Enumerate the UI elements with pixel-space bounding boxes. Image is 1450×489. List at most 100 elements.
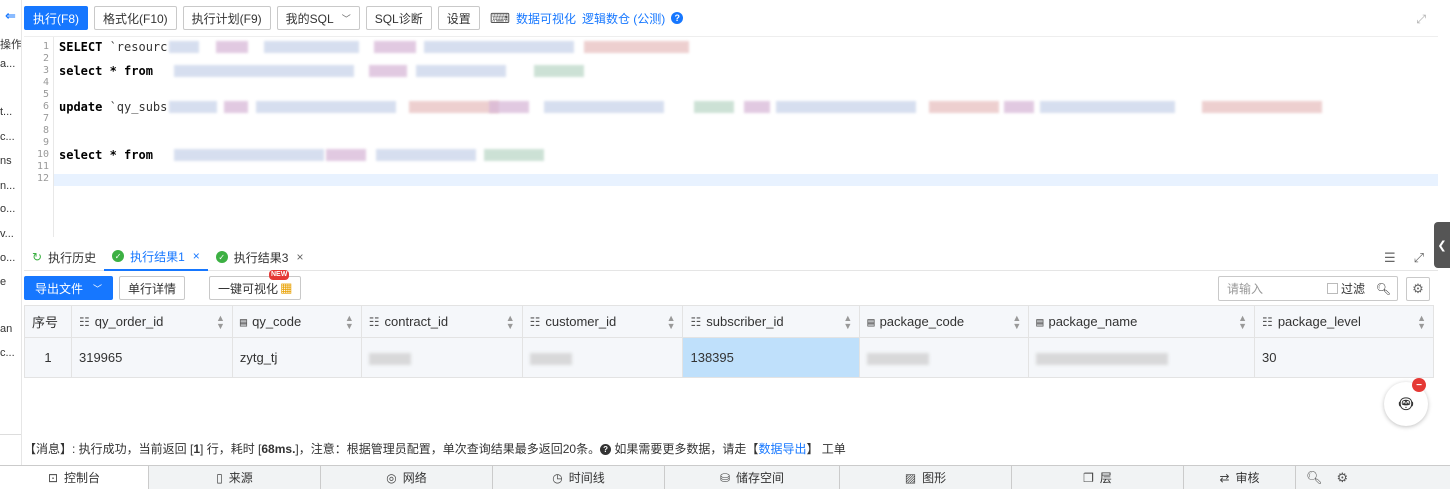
redacted-text <box>326 149 366 161</box>
expand-icon[interactable]: ⤢ <box>1414 250 1424 266</box>
devtools-tab-storage[interactable]: ⛁ 储存空间 <box>665 466 840 489</box>
execute-button[interactable]: 执行(F8) <box>24 6 88 30</box>
tab-result-1[interactable]: ✓ 执行结果1 × <box>104 244 208 271</box>
devtools-tab-console[interactable]: ⊡ 控制台 <box>0 466 149 489</box>
number-column-icon: ☷ <box>368 314 380 329</box>
my-sql-dropdown[interactable]: 我的SQL ﹀ <box>276 6 360 30</box>
devtools-tab-label: 储存空间 <box>736 471 785 485</box>
keyboard-icon[interactable]: ⌨ <box>490 10 510 27</box>
devtools-tab-sources[interactable]: ▯ 来源 <box>149 466 321 489</box>
column-header[interactable]: ▤ package_code ▲ ▼ <box>859 305 1030 338</box>
sidebar-fragment[interactable]: an <box>0 323 12 335</box>
table-cell-selected[interactable]: 138395 <box>682 337 861 378</box>
logic-warehouse-link[interactable]: 逻辑数仓 (公测) <box>582 10 665 27</box>
close-icon[interactable]: × <box>193 249 200 263</box>
menu-collapse-icon[interactable]: ⇐ <box>5 8 16 24</box>
tab-result-3[interactable]: ✓ 执行结果3 × <box>208 244 312 271</box>
column-header[interactable]: 序号 <box>24 305 72 338</box>
sidebar-fragment[interactable]: 操作. <box>0 36 21 52</box>
devtools-tab-label: 时间线 <box>568 471 605 485</box>
sort-icon[interactable]: ▲ ▼ <box>506 313 515 330</box>
status-prefix: 【消息】: 执行成功，当前返回 [ <box>24 442 194 456</box>
redacted-text <box>1202 101 1322 113</box>
my-sql-label: 我的SQL <box>285 11 334 26</box>
row-detail-button[interactable]: 单行详情 <box>119 276 186 300</box>
tab-history[interactable]: ↻ 执行历史 <box>24 244 104 271</box>
help-icon[interactable]: ? <box>671 12 684 24</box>
sort-icon[interactable]: ▲ ▼ <box>1238 313 1247 330</box>
table-cell-redacted[interactable] <box>1028 337 1256 378</box>
visualize-label: 一键可视化 <box>218 281 279 296</box>
table-settings-button[interactable]: ⚙ <box>1406 277 1430 301</box>
execution-plan-button[interactable]: 执行计划(F9) <box>182 6 271 30</box>
left-sidebar: ⇐ 操作. a... t... c... ns n... o... v... o… <box>0 0 22 465</box>
redacted-text <box>529 352 572 365</box>
gear-icon[interactable]: ⚙ <box>1337 470 1349 486</box>
minimize-icon[interactable]: − <box>1412 378 1426 392</box>
data-export-link[interactable]: 数据导出 <box>758 442 806 456</box>
line-number: 12 <box>36 173 49 184</box>
format-button[interactable]: 格式化(F10) <box>94 6 177 30</box>
table-cell-redacted[interactable] <box>859 337 1030 378</box>
devtools-tab-audit[interactable]: ⇄ 审核 <box>1184 466 1296 489</box>
settings-button[interactable]: 设置 <box>437 6 480 30</box>
devtools-tab-label: 网络 <box>402 471 427 485</box>
table-cell[interactable]: zytg_tj <box>231 337 362 378</box>
assistant-avatar[interactable]: 🤖︎ − <box>1384 378 1428 426</box>
filter-input[interactable] <box>1219 281 1327 296</box>
sort-icon[interactable]: ▲ ▼ <box>1417 313 1426 330</box>
devtools-tab-graphics[interactable]: ▨ 图形 <box>840 466 1012 489</box>
list-menu-icon[interactable]: ☰ <box>1384 250 1396 266</box>
devtools-tab-network[interactable]: ◎ 网络 <box>321 466 493 489</box>
sort-icon[interactable]: ▲ ▼ <box>216 313 225 330</box>
sidebar-fragment[interactable]: c... <box>0 347 15 359</box>
sql-text: `resourc <box>102 40 168 54</box>
column-header[interactable]: ☷ package_level ▲ ▼ <box>1254 305 1434 338</box>
side-panel-toggle[interactable]: ❮ <box>1434 222 1450 268</box>
column-header[interactable]: ☷ contract_id ▲ ▼ <box>360 305 523 338</box>
export-file-dropdown[interactable]: 导出文件 ﹀ <box>24 276 114 300</box>
table-cell[interactable]: 1 <box>24 337 72 378</box>
column-header[interactable]: ☷ qy_order_id ▲ ▼ <box>70 305 233 338</box>
sidebar-fragment[interactable]: ns <box>0 155 12 167</box>
close-icon[interactable]: × <box>296 250 303 264</box>
search-icon[interactable]: 🔍︎ <box>1306 470 1323 486</box>
table-cell[interactable]: 319965 <box>70 337 233 378</box>
result-tabs: ↻ 执行历史 ✓ 执行结果1 × ✓ 执行结果3 × ☰ ⤢ <box>24 244 1438 271</box>
devtools-tab-layers[interactable]: ❐ 层 <box>1012 466 1184 489</box>
devtools-tab-timeline[interactable]: ◷ 时间线 <box>493 466 665 489</box>
sql-diagnosis-button[interactable]: SQL诊断 <box>365 6 432 30</box>
table-row[interactable]: 1 319965 zytg_tj 138395 30 <box>24 337 1434 378</box>
sort-icon[interactable]: ▲ ▼ <box>843 313 852 330</box>
search-icon[interactable]: 🔍︎ <box>1376 282 1391 296</box>
sidebar-fragment[interactable]: n... <box>0 180 15 192</box>
check-icon: ✓ <box>112 250 125 262</box>
sidebar-fragment[interactable]: o... <box>0 252 15 264</box>
sidebar-fragment[interactable]: e <box>0 276 6 288</box>
one-click-visualize-button[interactable]: 一键可视化 ▦ <box>209 276 302 300</box>
table-cell-redacted[interactable] <box>521 337 684 378</box>
table-cell-redacted[interactable] <box>360 337 523 378</box>
sort-icon[interactable]: ▲ ▼ <box>1012 313 1021 330</box>
sidebar-fragment[interactable]: t... <box>0 106 12 118</box>
column-header[interactable]: ☷ customer_id ▲ ▼ <box>521 305 684 338</box>
column-header[interactable]: ☷ subscriber_id ▲ ▼ <box>682 305 861 338</box>
sidebar-fragment[interactable]: v... <box>0 228 14 240</box>
redacted-text <box>169 41 199 53</box>
sql-editor[interactable]: 1 2 3 4 5 6 7 8 9 10 11 12 SELECT `resou… <box>24 36 1438 237</box>
audit-icon: ⇄ <box>1219 470 1230 485</box>
column-header[interactable]: ▤ package_name ▲ ▼ <box>1028 305 1256 338</box>
history-icon: ↻ <box>32 250 43 264</box>
sort-icon[interactable]: ▲ ▼ <box>667 313 676 330</box>
column-header[interactable]: ▤ qy_code ▲ ▼ <box>231 305 362 338</box>
clock-icon: ◷ <box>552 470 563 485</box>
fullscreen-icon[interactable]: ⤢ <box>1416 12 1426 27</box>
filter-checkbox[interactable] <box>1327 283 1338 294</box>
table-cell[interactable]: 30 <box>1254 337 1434 378</box>
sidebar-fragment[interactable]: o... <box>0 203 15 215</box>
sidebar-fragment[interactable]: c... <box>0 131 15 143</box>
sort-icon[interactable]: ▲ ▼ <box>345 313 354 330</box>
help-icon[interactable]: ? <box>600 444 612 456</box>
sidebar-fragment[interactable]: a... <box>0 58 15 70</box>
data-visualization-link[interactable]: 数据可视化 <box>516 10 576 27</box>
